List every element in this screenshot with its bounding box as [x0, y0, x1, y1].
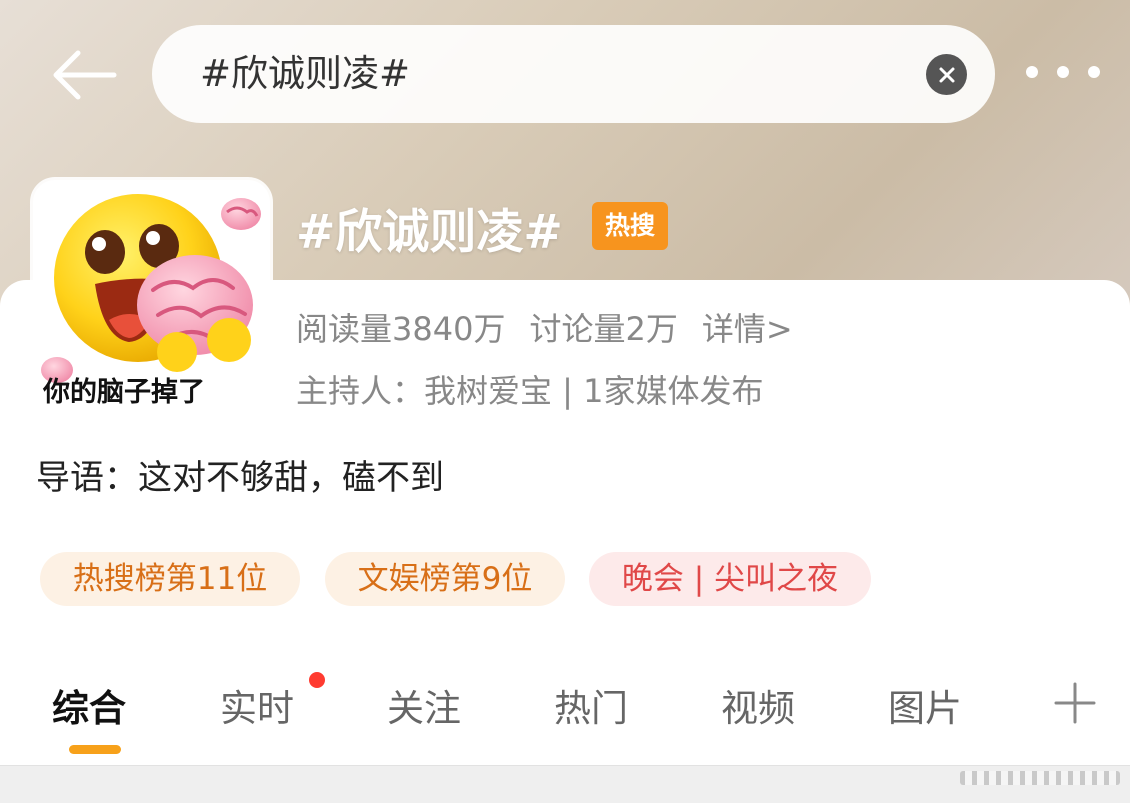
- discussion-count: 讨论量2万: [529, 310, 678, 348]
- details-link[interactable]: 详情>: [702, 310, 793, 348]
- tab-video[interactable]: 视频: [721, 678, 795, 732]
- topic-stats: 阅读量3840万 讨论量2万 详情>: [296, 304, 817, 350]
- more-icon-dot: [1057, 66, 1069, 78]
- more-icon-dot: [1088, 66, 1100, 78]
- avatar-caption: 你的脑子掉了: [43, 377, 205, 408]
- clear-icon: [939, 67, 954, 82]
- search-text[interactable]: #欣诚则凌#: [200, 49, 410, 99]
- back-button[interactable]: [48, 44, 120, 106]
- new-content-dot: [309, 672, 325, 688]
- tab-realtime[interactable]: 实时: [220, 678, 294, 732]
- more-icon: [1026, 66, 1038, 78]
- topic-avatar[interactable]: 你的脑子掉了: [33, 180, 270, 415]
- active-tab-indicator: [69, 745, 121, 754]
- host-info[interactable]: 主持人：我树爱宝 | 1家媒体发布: [296, 366, 764, 412]
- tab-following[interactable]: 关注: [387, 678, 461, 732]
- plus-icon: [1054, 682, 1096, 724]
- tag-hot-search-rank[interactable]: 热搜榜第11位: [40, 552, 300, 606]
- tab-popular[interactable]: 热门: [554, 678, 628, 732]
- tab-comprehensive[interactable]: 综合: [52, 678, 126, 732]
- more-button[interactable]: [1026, 52, 1100, 92]
- topic-page: #欣诚则凌# 你的脑子掉了 #欣诚则凌# 热搜 阅读量3840万 讨论量2万 详…: [0, 0, 1130, 803]
- tag-gala[interactable]: 晚会 | 尖叫之夜: [589, 552, 871, 606]
- add-tab-button[interactable]: [1054, 682, 1096, 724]
- clear-button[interactable]: [926, 54, 967, 95]
- scroll-indicator: [960, 771, 1120, 785]
- topic-title: #欣诚则凌#: [296, 205, 563, 260]
- tag-entertainment-rank[interactable]: 文娱榜第9位: [325, 552, 565, 606]
- hot-search-badge: 热搜: [592, 202, 668, 250]
- read-count: 阅读量3840万: [296, 310, 506, 348]
- topic-intro: 导语：这对不够甜，磕不到: [36, 458, 444, 498]
- tab-images[interactable]: 图片: [888, 678, 962, 732]
- search-box[interactable]: #欣诚则凌#: [152, 25, 995, 123]
- back-arrow-icon: [53, 50, 117, 100]
